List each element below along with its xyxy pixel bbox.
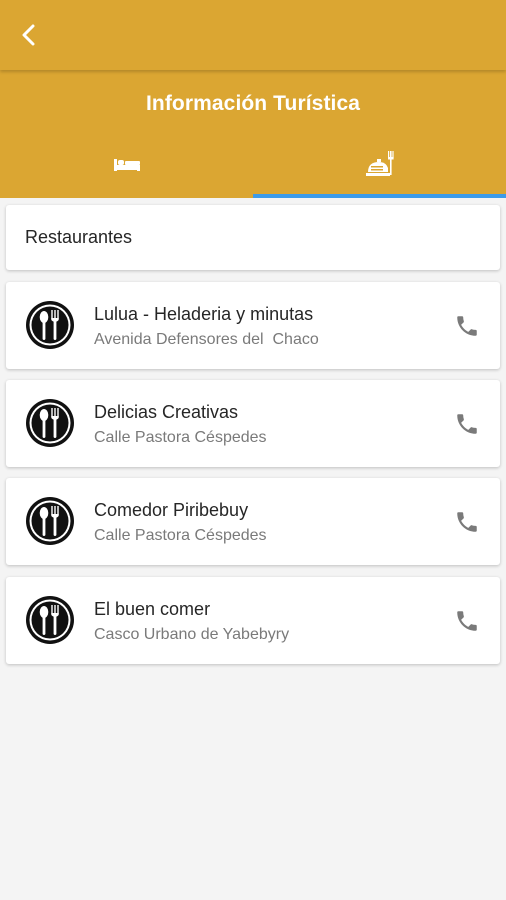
item-address: Casco Urbano de Yabebyry: [94, 626, 290, 643]
phone-icon: [457, 414, 477, 434]
item-address: Avenida Defensores del Chaco: [94, 331, 319, 348]
cutlery-icon: [26, 399, 74, 447]
list-item[interactable]: Delicias Creativas Calle Pastora Céspede…: [6, 380, 500, 467]
cutlery-icon: [26, 301, 74, 349]
app-bar: [0, 0, 506, 70]
call-button[interactable]: [450, 505, 484, 539]
item-address: Calle Pastora Céspedes: [94, 527, 267, 544]
item-name: Comedor Piribebuy: [94, 500, 249, 520]
tab-hotels[interactable]: [0, 130, 253, 198]
section-title: Restaurantes: [25, 227, 133, 247]
selected-tab-indicator: [253, 194, 506, 198]
header: Información Turística: [0, 70, 506, 198]
call-button[interactable]: [450, 407, 484, 441]
call-button[interactable]: [450, 309, 484, 343]
back-button[interactable]: [10, 16, 48, 54]
list-item[interactable]: Comedor Piribebuy Calle Pastora Céspedes: [6, 478, 500, 565]
phone-icon: [457, 611, 477, 631]
call-button[interactable]: [450, 604, 484, 638]
list-item[interactable]: El buen comer Casco Urbano de Yabebyry: [6, 577, 500, 664]
tab-restaurants[interactable]: [253, 130, 506, 198]
page-title: Información Turística: [145, 92, 361, 115]
cutlery-icon: [26, 497, 74, 545]
item-name: El buen comer: [94, 599, 211, 619]
back-arrow-icon: [22, 24, 35, 46]
restaurant-icon: [365, 151, 394, 176]
bed-icon: [113, 159, 140, 171]
section-card: Restaurantes: [6, 205, 500, 270]
phone-icon: [457, 512, 477, 532]
cutlery-icon: [26, 596, 74, 644]
item-name: Delicias Creativas: [94, 402, 239, 422]
phone-icon: [457, 316, 477, 336]
item-address: Calle Pastora Céspedes: [94, 429, 267, 446]
item-name: Lulua - Heladeria y minutas: [94, 304, 314, 324]
list-item[interactable]: Lulua - Heladeria y minutas Avenida Defe…: [6, 282, 500, 369]
